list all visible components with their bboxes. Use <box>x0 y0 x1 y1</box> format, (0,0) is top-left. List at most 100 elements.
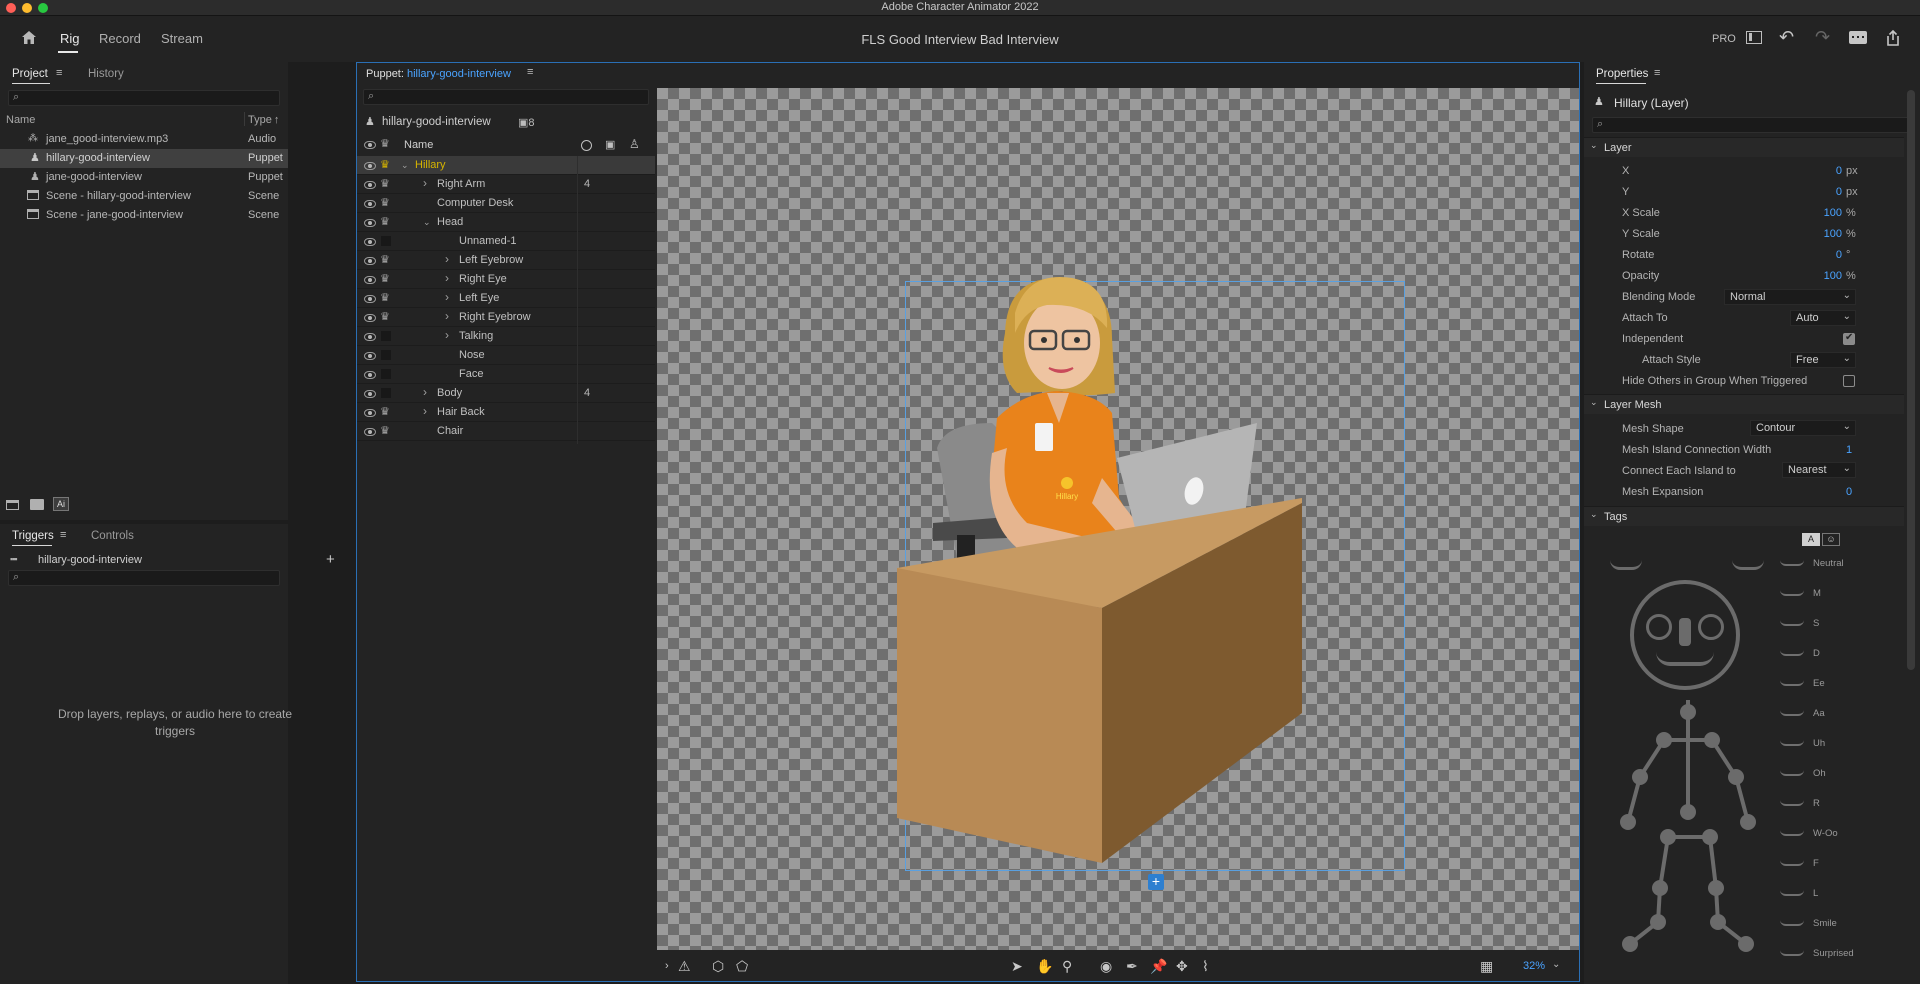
independent-checkbox[interactable]: ✔ <box>1843 332 1855 345</box>
mouth-tag[interactable] <box>1656 652 1714 666</box>
stick-tool-icon[interactable]: ⌇ <box>1202 958 1209 975</box>
layer-row[interactable]: ♛ › Right Eyebrow <box>357 308 655 327</box>
viseme-label[interactable]: Aa <box>1813 708 1825 719</box>
viseme-label[interactable]: Surprised <box>1813 948 1854 959</box>
viseme-label[interactable]: F <box>1813 858 1819 869</box>
viseme-mouth-icon[interactable] <box>1780 770 1804 776</box>
viseme-label[interactable]: Neutral <box>1813 558 1844 569</box>
viseme-mouth-icon[interactable] <box>1780 710 1804 716</box>
new-scene-icon[interactable] <box>6 500 19 510</box>
left-eye-tag[interactable] <box>1646 614 1672 640</box>
viseme-mouth-icon[interactable] <box>1780 890 1804 896</box>
right-eye-tag[interactable] <box>1698 614 1724 640</box>
layout-panel-icon[interactable] <box>1746 31 1762 44</box>
body-tag-diagram[interactable] <box>1610 700 1770 960</box>
viseme-mouth-icon[interactable] <box>1780 620 1804 626</box>
layer-row[interactable]: ♛ › Right Eye <box>357 270 655 289</box>
visibility-icon[interactable] <box>364 238 376 246</box>
crown-icon[interactable]: ♛ <box>380 215 390 228</box>
island-width-value[interactable]: 1 <box>1846 444 1852 456</box>
tag-icon[interactable]: ⬡ <box>712 958 724 975</box>
project-search-input[interactable]: ⌕ <box>8 90 280 106</box>
crown-icon[interactable]: ♛ <box>380 177 390 190</box>
crown-toggle-empty[interactable] <box>381 236 391 246</box>
chevron-right-icon[interactable]: › <box>445 271 449 285</box>
zoom-tool-icon[interactable]: ⚲ <box>1062 958 1072 975</box>
nose-tag[interactable] <box>1679 618 1691 646</box>
chevron-right-icon[interactable]: › <box>423 176 427 190</box>
layer-row[interactable]: ♛ › Right Arm 4 <box>357 175 655 194</box>
visibility-icon[interactable] <box>364 181 376 189</box>
layer-row[interactable]: ♛ Chair <box>357 422 655 441</box>
layer-row[interactable]: Nose <box>357 346 655 365</box>
property-value[interactable]: 0 <box>1790 165 1842 177</box>
chevron-right-icon[interactable]: › <box>445 290 449 304</box>
layer-row[interactable]: › Talking <box>357 327 655 346</box>
visibility-icon[interactable] <box>364 428 376 436</box>
viseme-mouth-icon[interactable] <box>1780 680 1804 686</box>
crown-icon[interactable]: ♛ <box>380 291 390 304</box>
viseme-label[interactable]: Oh <box>1813 768 1826 779</box>
triggers-menu-icon[interactable]: ≡ <box>60 529 66 541</box>
layers-search-input[interactable]: ⌕ <box>363 89 649 105</box>
comments-icon[interactable] <box>1849 31 1867 44</box>
pen-tool-icon[interactable]: ✒ <box>1126 958 1138 975</box>
expand-icon[interactable]: › <box>665 960 669 972</box>
crown-icon[interactable]: ♛ <box>380 253 390 266</box>
tags-text-mode-button[interactable]: A <box>1802 533 1820 546</box>
viseme-label[interactable]: D <box>1813 648 1820 659</box>
attach-to-select[interactable]: Auto ⌄ <box>1790 310 1856 326</box>
tab-controls[interactable]: Controls <box>91 530 134 542</box>
folder-icon[interactable] <box>30 499 44 510</box>
property-value[interactable]: 100 <box>1790 228 1842 240</box>
attach-style-select[interactable]: Free ⌄ <box>1790 352 1856 368</box>
viseme-label[interactable]: M <box>1813 588 1821 599</box>
viseme-mouth-icon[interactable] <box>1780 740 1804 746</box>
viseme-mouth-icon[interactable] <box>1780 950 1804 956</box>
visibility-icon[interactable] <box>364 409 376 417</box>
tab-properties[interactable]: Properties <box>1596 68 1648 80</box>
visibility-icon[interactable] <box>364 257 376 265</box>
triggers-search-input[interactable]: ⌕ <box>8 570 280 586</box>
transparency-grid-icon[interactable]: ▦ <box>1480 958 1493 975</box>
canvas-area[interactable]: + Hillary <box>657 88 1579 950</box>
crown-toggle-empty[interactable] <box>381 350 391 360</box>
add-handle-button[interactable]: + <box>1148 874 1164 890</box>
viseme-label[interactable]: W-Oo <box>1813 828 1838 839</box>
layer-row[interactable]: ♛ ⌄ Hillary <box>357 156 655 175</box>
puppet-menu-icon[interactable]: ≡ <box>527 66 533 78</box>
crown-icon[interactable]: ♛ <box>380 272 390 285</box>
chevron-down-icon[interactable]: ⌄ <box>401 160 409 171</box>
property-value[interactable]: 0 <box>1790 249 1842 261</box>
viseme-mouth-icon[interactable] <box>1780 650 1804 656</box>
project-item[interactable]: Scene - jane-good-interview Scene <box>0 206 288 225</box>
visibility-icon[interactable] <box>364 371 376 379</box>
project-item-selected[interactable]: ♟ hillary-good-interview Puppet <box>0 149 288 168</box>
visibility-icon[interactable] <box>364 390 376 398</box>
viseme-label[interactable]: Smile <box>1813 918 1837 929</box>
project-item[interactable]: ♟ jane-good-interview Puppet <box>0 168 288 187</box>
viseme-label[interactable]: Uh <box>1813 738 1825 749</box>
visibility-icon[interactable] <box>364 276 376 284</box>
crown-toggle-empty[interactable] <box>381 388 391 398</box>
add-trigger-button[interactable]: + <box>326 551 335 568</box>
project-item[interactable]: ⁂ jane_good-interview.mp3 Audio <box>0 130 288 149</box>
mesh-shape-select[interactable]: Contour ⌄ <box>1750 420 1856 436</box>
viseme-label[interactable]: Ee <box>1813 678 1825 689</box>
select-tool-icon[interactable]: ➤ <box>1011 958 1023 975</box>
visibility-icon[interactable] <box>364 200 376 208</box>
tab-project[interactable]: Project <box>12 68 48 80</box>
viseme-mouth-icon[interactable] <box>1780 590 1804 596</box>
connect-each-select[interactable]: Nearest ⌄ <box>1782 462 1856 478</box>
chevron-right-icon[interactable]: › <box>445 328 449 342</box>
crown-icon[interactable]: ♛ <box>380 424 390 437</box>
hand-tool-icon[interactable]: ✋ <box>1036 958 1053 975</box>
visibility-icon[interactable] <box>364 162 376 170</box>
visibility-icon[interactable] <box>364 352 376 360</box>
viseme-mouth-icon[interactable] <box>1780 560 1804 566</box>
handle-tool-icon[interactable]: ✥ <box>1176 958 1188 975</box>
crown-icon[interactable]: ♛ <box>380 405 390 418</box>
chevron-right-icon[interactable]: › <box>423 404 427 418</box>
properties-search-input[interactable]: ⌕ <box>1592 117 1912 133</box>
face-tag-diagram[interactable] <box>1630 580 1740 690</box>
